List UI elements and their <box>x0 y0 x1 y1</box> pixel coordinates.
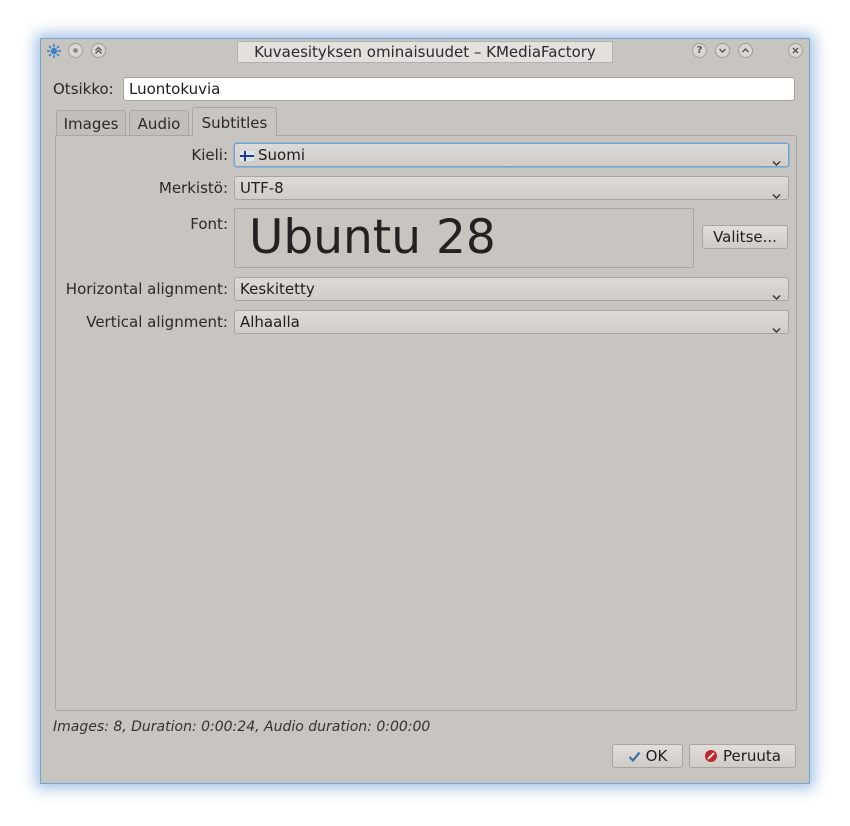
chevron-down-icon <box>772 184 781 206</box>
language-select[interactable]: Suomi <box>234 143 789 167</box>
chevron-down-icon <box>772 151 781 173</box>
vertical-alignment-select[interactable]: Alhaalla <box>234 310 789 334</box>
on-all-desktops-icon[interactable] <box>68 43 83 58</box>
horizontal-alignment-value: Keskitetty <box>240 280 315 298</box>
images-count-value: 8 <box>113 719 123 735</box>
audio-duration-value: 0:00:00 <box>376 719 431 735</box>
tab-audio[interactable]: Audio <box>129 110 189 136</box>
duration-value: 0:00:24 <box>201 719 256 735</box>
charset-label: Merkistö: <box>158 179 228 197</box>
cancel-label: Peruuta <box>723 747 781 765</box>
chevron-down-icon <box>772 285 781 307</box>
keep-above-icon[interactable] <box>91 43 106 58</box>
tab-subtitles[interactable]: Subtitles <box>192 107 277 137</box>
font-preview: Ubuntu 28 <box>234 208 694 268</box>
window-title: Kuvaesityksen ominaisuudet – KMediaFacto… <box>237 41 613 63</box>
cancel-icon <box>704 747 718 769</box>
status-line: Images: 8, Duration: 0:00:24, Audio dura… <box>53 719 431 735</box>
charset-select[interactable]: UTF-8 <box>234 176 789 200</box>
tab-images[interactable]: Images <box>56 110 126 136</box>
font-label: Font: <box>190 215 228 233</box>
dialog-window: Kuvaesityksen ominaisuudet – KMediaFacto… <box>40 38 810 784</box>
subtitles-panel: Kieli: Suomi Merkistö: UTF-8 Font: Ubunt… <box>55 135 797 711</box>
close-icon[interactable] <box>788 43 803 58</box>
app-icon[interactable] <box>46 43 62 59</box>
ok-label: OK <box>645 747 668 765</box>
audio-duration-label: Audio duration: <box>264 719 372 735</box>
help-icon[interactable]: ? <box>692 43 707 58</box>
title-label: Otsikko: <box>53 80 114 98</box>
horizontal-alignment-label: Horizontal alignment: <box>65 280 228 298</box>
vertical-alignment-label: Vertical alignment: <box>86 313 228 331</box>
checkmark-icon <box>628 746 641 768</box>
chevron-down-icon <box>772 318 781 340</box>
horizontal-alignment-select[interactable]: Keskitetty <box>234 277 789 301</box>
vertical-alignment-value: Alhaalla <box>240 313 300 331</box>
cancel-button[interactable]: Peruuta <box>689 744 796 768</box>
ok-button[interactable]: OK <box>612 744 683 768</box>
choose-font-button[interactable]: Valitse... <box>702 225 788 249</box>
minimize-icon[interactable] <box>715 43 730 58</box>
duration-label: Duration: <box>131 719 197 735</box>
images-count-label: Images: <box>53 719 109 735</box>
maximize-icon[interactable] <box>738 43 753 58</box>
language-label: Kieli: <box>191 146 228 164</box>
language-value: Suomi <box>258 146 305 164</box>
charset-value: UTF-8 <box>240 179 284 197</box>
title-bar: Kuvaesityksen ominaisuudet – KMediaFacto… <box>41 39 809 65</box>
title-input[interactable]: Luontokuvia <box>123 77 795 101</box>
finland-flag-icon <box>240 145 254 167</box>
